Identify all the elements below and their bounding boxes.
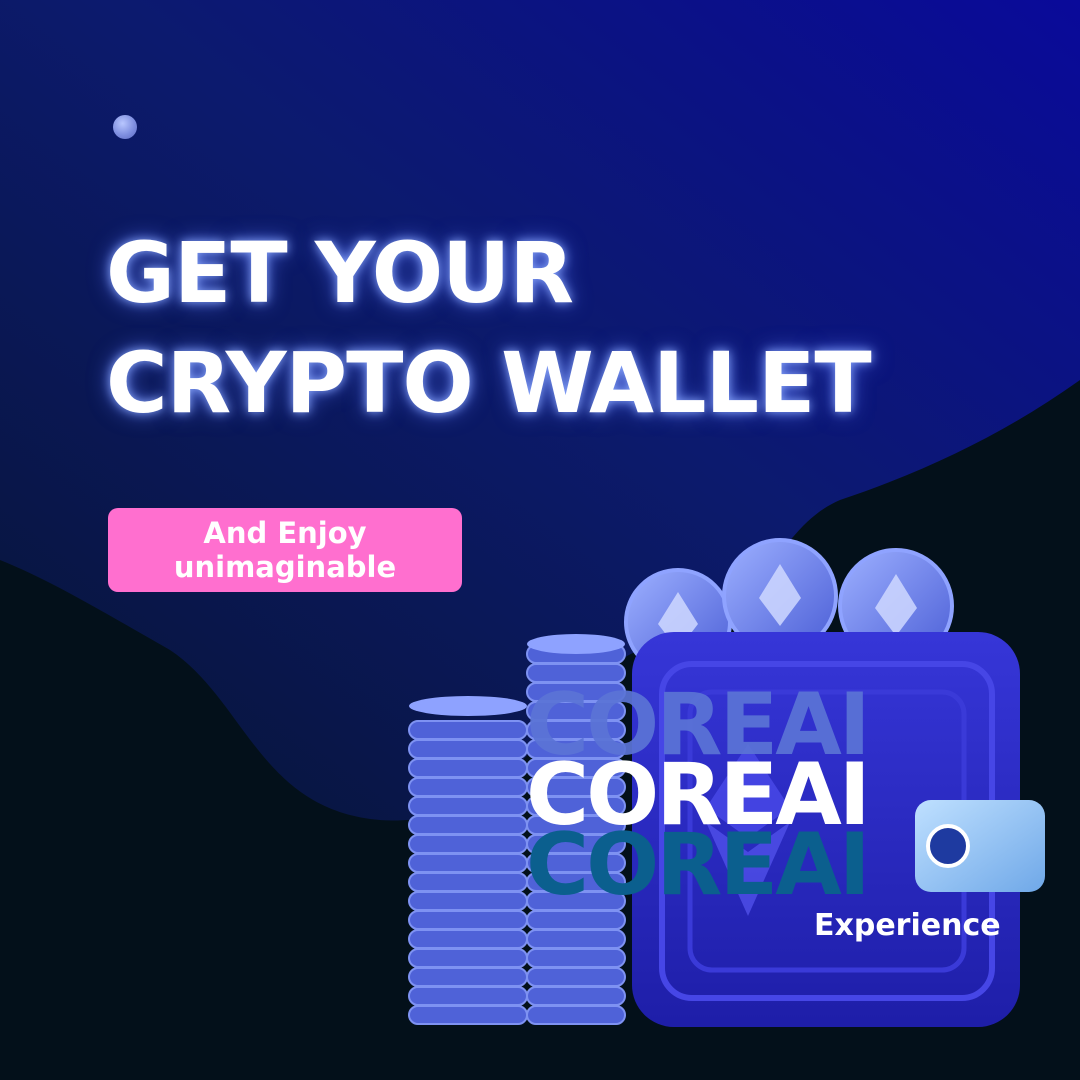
brand-text-3: COREAI — [526, 815, 871, 915]
coin-layer — [408, 815, 528, 835]
coin-layer — [526, 929, 626, 949]
coin-top — [409, 696, 527, 716]
coin-layer — [408, 853, 528, 873]
coin-layer — [408, 891, 528, 911]
coin-layer — [408, 739, 528, 759]
coin-layer — [408, 872, 528, 892]
coin-layer — [408, 777, 528, 797]
coin-layer — [408, 929, 528, 949]
coin-layer — [526, 967, 626, 987]
coin-layer — [408, 834, 528, 854]
experience-label: Experience — [814, 908, 1001, 943]
coin-layer — [526, 986, 626, 1006]
coin-top — [527, 634, 625, 654]
coin-layer — [408, 1005, 528, 1025]
coin-layer — [526, 948, 626, 968]
coin-stack-icon — [408, 696, 528, 1025]
coin-layer — [408, 796, 528, 816]
coin-layer — [408, 910, 528, 930]
coin-layer — [408, 986, 528, 1006]
coin-layer — [408, 720, 528, 740]
coin-layer — [526, 1005, 626, 1025]
brand-text-1: COREAI — [526, 675, 871, 775]
coin-layer — [408, 967, 528, 987]
promo-canvas: GET YOUR CRYPTO WALLET And Enjoy unimagi… — [0, 0, 1080, 1080]
brand-stack: COREAI COREAI COREAI — [526, 675, 871, 915]
coin-layer — [408, 758, 528, 778]
coin-layer — [408, 948, 528, 968]
